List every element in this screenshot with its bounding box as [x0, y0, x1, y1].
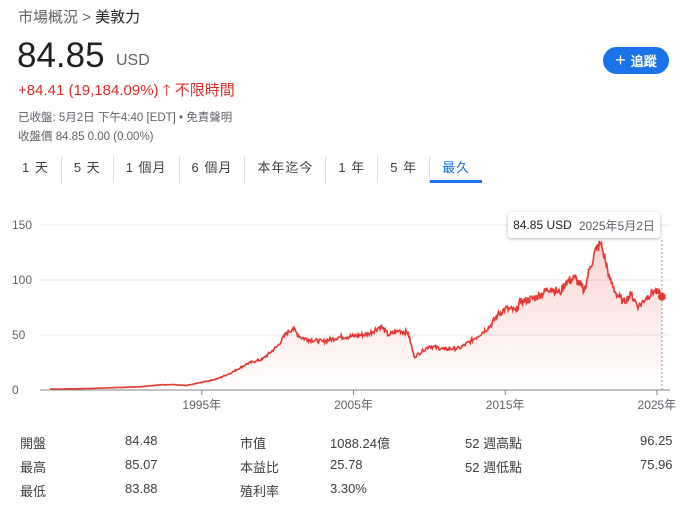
stat-label: 本益比 [240, 460, 280, 475]
stat-value: 96.25 [640, 433, 673, 448]
tab-0[interactable]: 1 天 [10, 156, 62, 183]
stat-label: 市值 [240, 436, 267, 451]
hover-point [657, 292, 666, 301]
stat-value: 1088.24億 [330, 436, 390, 451]
plus-icon: + [615, 50, 626, 70]
follow-button[interactable]: + 追蹤 [603, 47, 669, 74]
stat-value: 85.07 [125, 457, 158, 472]
stat-value: 83.88 [125, 481, 158, 496]
tooltip-date: 2025年5月2日 [578, 218, 655, 233]
tab-1[interactable]: 5 天 [62, 156, 114, 183]
y-tick-label: 50 [12, 328, 26, 342]
range-tabs: 1 天5 天1 個月 6 個月 本年迄今 1 年5 年最久 [10, 156, 483, 183]
arrow-up-icon: 🡑 [162, 82, 171, 99]
y-tick-label: 0 [12, 383, 19, 397]
chart-tooltip: 84.85 USD 2025年5月2日 [508, 212, 660, 238]
x-tick-label: 2005年 [334, 398, 373, 412]
breadcrumb: 市場概況 > 美敦力 [18, 6, 140, 27]
tab-2[interactable]: 1 個月 [114, 156, 180, 183]
stat-label: 最高 [20, 460, 47, 475]
y-tick-label: 150 [12, 218, 32, 232]
x-tick-label: 2025年 [638, 398, 677, 412]
close-price: 收盤價 84.85 0.00 (0.00%) [18, 131, 154, 143]
tooltip-price: 84.85 USD [513, 218, 572, 232]
stock-price: 84.85 [17, 36, 105, 75]
breadcrumb-current: 美敦力 [95, 9, 141, 26]
currency: USD [116, 52, 150, 69]
tab-3[interactable]: 6 個月 [180, 156, 246, 183]
breadcrumb-root[interactable]: 市場概況 [18, 9, 78, 26]
tab-7[interactable]: 最久 [430, 156, 483, 183]
y-tick-label: 100 [12, 273, 32, 287]
stat-label: 52 週高點 [465, 436, 523, 451]
stat-value: 84.48 [125, 433, 158, 448]
x-tick-label: 2015年 [486, 398, 525, 412]
stat-label: 52 週低點 [465, 460, 523, 475]
stat-label: 開盤 [20, 436, 47, 451]
follow-label: 追蹤 [630, 54, 657, 69]
breadcrumb-separator: > [82, 9, 91, 26]
change-value: +84.41 (19,184.09%) [18, 82, 159, 99]
price-change: +84.41 (19,184.09%) 🡑 不限時間 [18, 79, 235, 105]
stat-label: 殖利率 [240, 484, 280, 499]
tab-6[interactable]: 5 年 [378, 156, 431, 183]
stat-value: 3.30% [330, 481, 367, 496]
stat-value: 25.78 [330, 457, 363, 472]
tab-4[interactable]: 本年迄今 [245, 156, 327, 183]
stat-value: 75.96 [640, 457, 673, 472]
stat-label: 最低 [20, 484, 47, 499]
change-period: 不限時間 [174, 82, 235, 99]
x-tick-label: 1995年 [182, 398, 221, 412]
market-status: 已收盤: 5月2日 下午4:40 [EDT] • 免責聲明 [18, 112, 233, 124]
tab-5[interactable]: 1 年 [326, 156, 379, 183]
